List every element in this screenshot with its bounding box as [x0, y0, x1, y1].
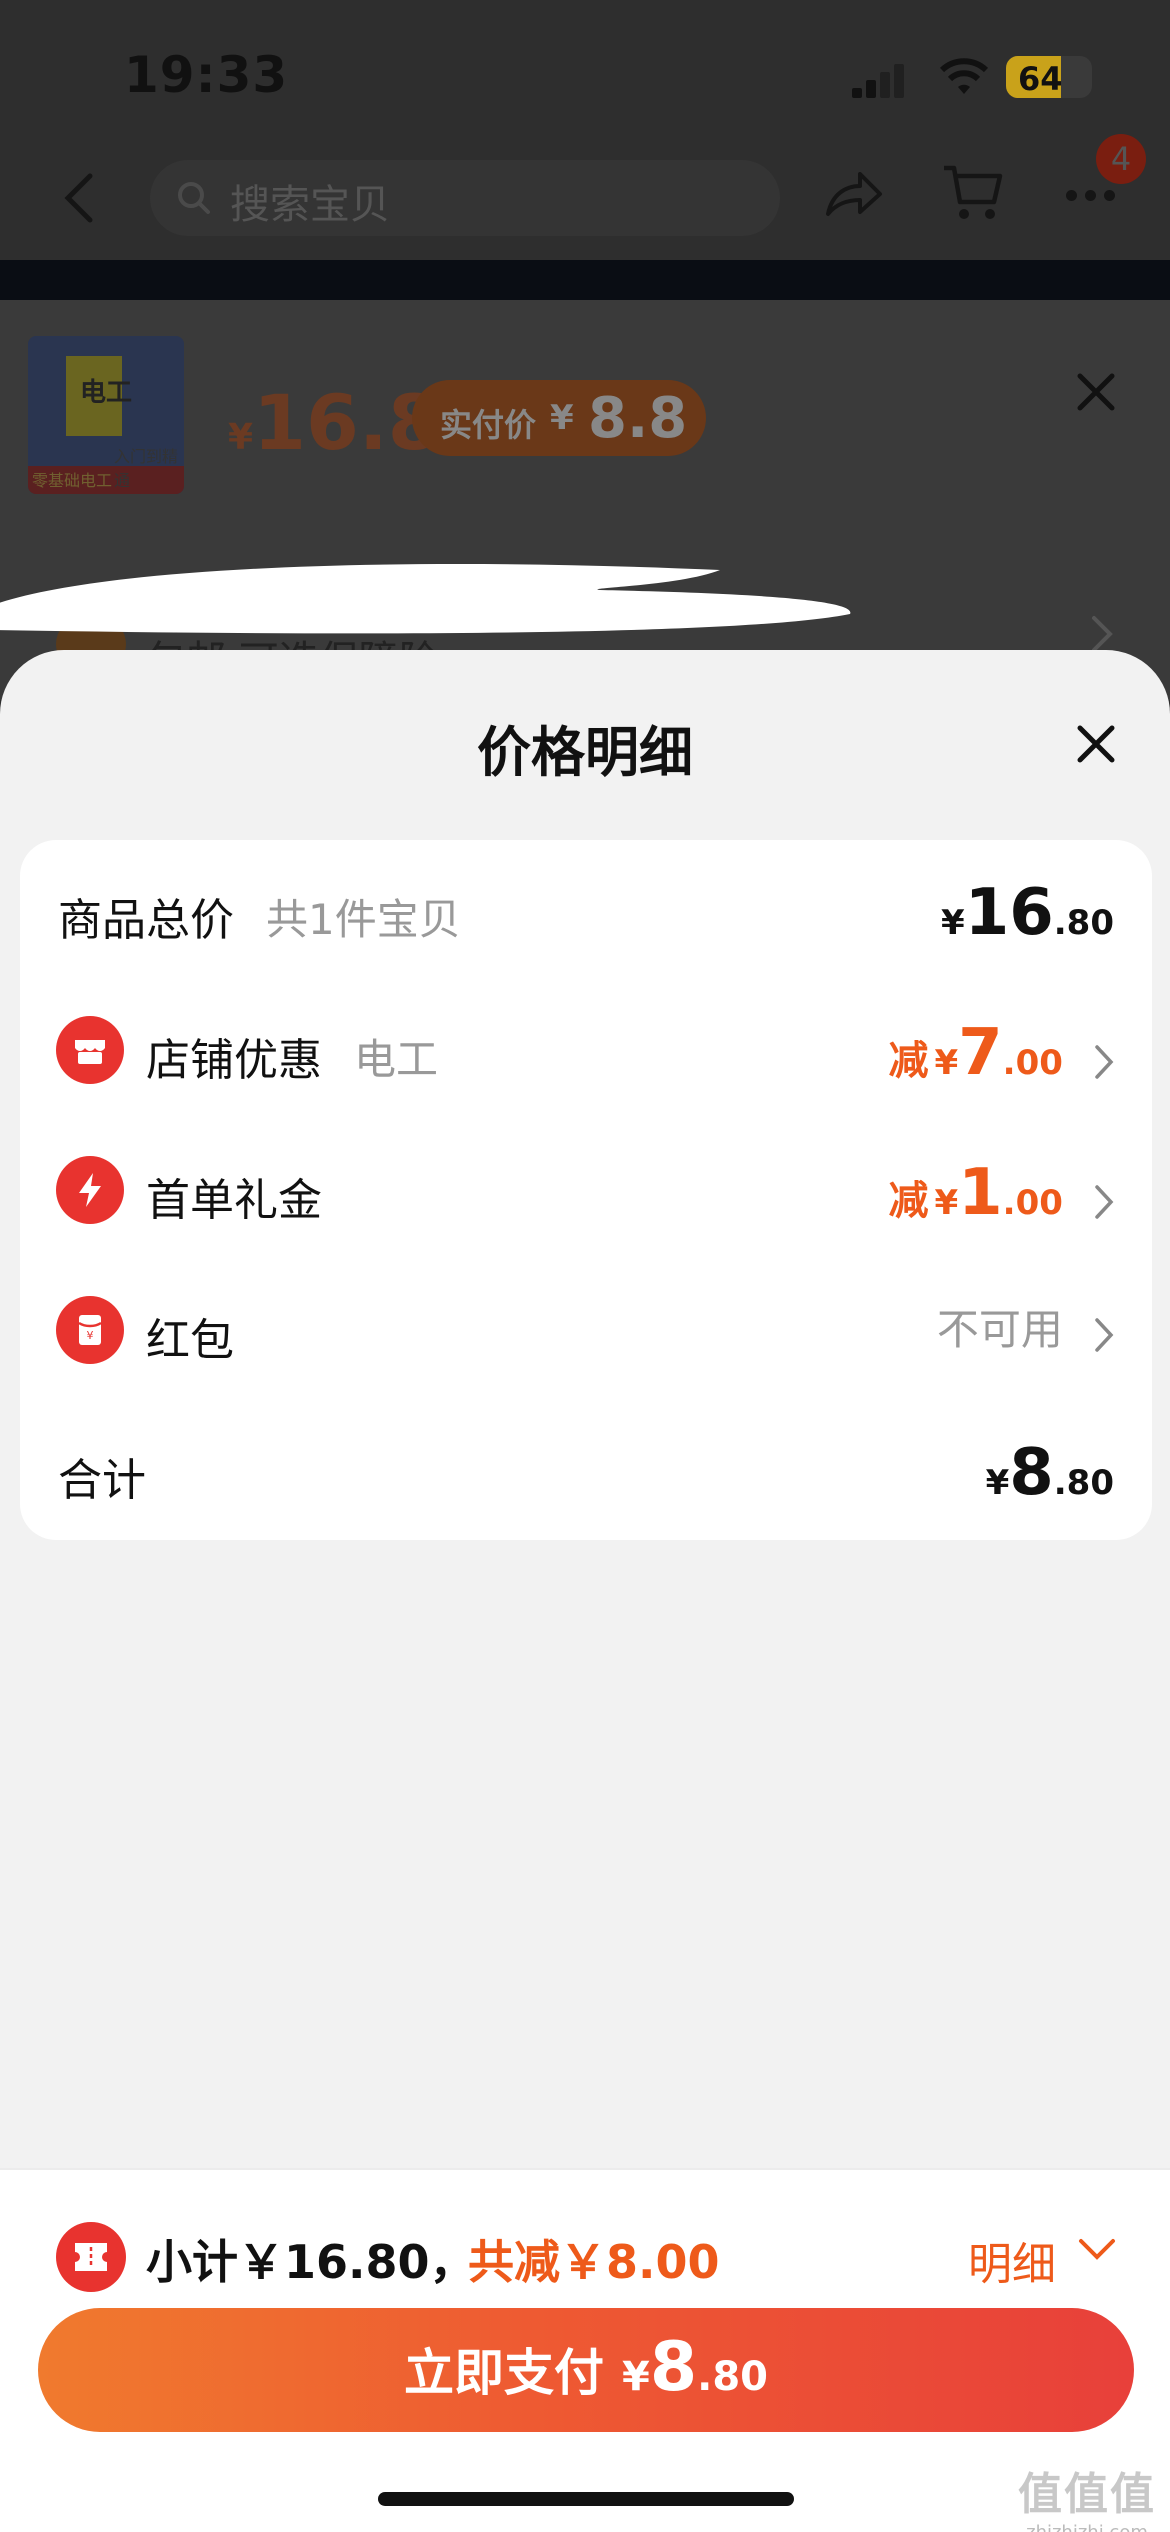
divider-strip — [0, 260, 1170, 300]
red-packet-icon: ¥ — [56, 1296, 124, 1364]
search-placeholder: 搜索宝贝 — [230, 182, 390, 228]
pay-button-integer: 8 — [649, 2328, 698, 2407]
total-reduce-text: 共减￥8.00 — [468, 2235, 720, 2289]
red-packet-value: 不可用 — [936, 1305, 1063, 1354]
status-time: 19:33 — [124, 46, 289, 104]
row-sublabel: 电工 — [354, 1035, 439, 1084]
battery-icon: 64 — [1006, 56, 1092, 98]
home-indicator — [378, 2492, 794, 2506]
reduce-label: 减 — [888, 1178, 929, 1224]
amount-decimal: .00 — [1002, 1183, 1063, 1223]
row-label: 商品总价 — [58, 895, 234, 946]
currency-symbol: ¥ — [985, 1463, 1010, 1503]
ticket-icon — [56, 2222, 126, 2292]
thumbnail-caption-left: 零基础电工 — [32, 471, 113, 490]
row-label: 店铺优惠 — [146, 1035, 322, 1086]
redaction-scribble — [0, 564, 851, 634]
actual-price-badge: 实付价 ¥ 8.8 — [412, 380, 706, 456]
more-icon[interactable] — [1066, 186, 1126, 202]
search-icon — [178, 182, 210, 214]
cart-count-badge: 4 — [1096, 134, 1146, 184]
watermark: 值值值 zhizhizhi.com — [1018, 2458, 1156, 2532]
row-sum: 合计 ¥8.80 — [20, 1400, 1152, 1540]
amount-integer: 16 — [964, 876, 1054, 950]
shop-discount-amount: 减 ¥7.00 — [888, 1016, 1114, 1090]
price-symbol: ¥ — [228, 417, 254, 458]
chevron-right-icon — [1095, 1318, 1114, 1352]
search-input[interactable]: 搜索宝贝 — [150, 160, 780, 236]
sheet-close-icon[interactable] — [1074, 722, 1118, 766]
battery-level: 64 — [1018, 60, 1063, 98]
pay-button-decimal: .80 — [697, 2354, 769, 2400]
row-label: 红包 — [146, 1315, 234, 1366]
chevron-right-icon — [1095, 1185, 1114, 1219]
signal-icon — [852, 62, 906, 98]
pay-now-button[interactable]: 立即支付 ¥8.80 — [38, 2308, 1134, 2432]
reduce-label: 减 — [888, 1038, 929, 1084]
product-price: ¥16.8 — [228, 378, 441, 467]
watermark-url: zhizhizhi.com — [1018, 2522, 1156, 2532]
back-icon[interactable] — [58, 170, 102, 226]
pay-button-label: 立即支付 — [403, 2344, 604, 2402]
nav-bar: 搜索宝贝 4 — [0, 130, 1170, 260]
chevron-right-icon — [1092, 616, 1113, 652]
goods-total-amount: ¥16.80 — [941, 876, 1114, 950]
detail-toggle[interactable]: 明细 — [968, 2228, 1056, 2292]
thumbnail-caption-right: 入门到精通 — [114, 447, 179, 490]
amount-integer: 7 — [958, 1016, 1003, 1090]
status-bar: 19:33 64 — [0, 0, 1170, 130]
cart-icon[interactable] — [940, 162, 1004, 224]
pay-button-symbol: ¥ — [621, 2354, 650, 2400]
svg-text:¥: ¥ — [87, 1329, 94, 1342]
shop-icon — [56, 1016, 124, 1084]
currency-symbol: ¥ — [934, 1183, 959, 1223]
row-first-order-gift[interactable]: 首单礼金 减 ¥1.00 — [20, 1120, 1152, 1260]
currency-symbol: ¥ — [941, 903, 965, 943]
sum-amount: ¥8.80 — [985, 1436, 1114, 1510]
row-label: 首单礼金 — [146, 1175, 322, 1226]
amount-decimal: .80 — [1053, 903, 1114, 943]
price-detail-card: 商品总价 共1件宝贝 ¥16.80 店铺优惠 电工 减 ¥7.00 首单礼金 减… — [20, 840, 1152, 1540]
thumbnail-title: 电工 — [80, 378, 133, 408]
close-icon[interactable] — [1074, 370, 1118, 414]
chevron-down-icon[interactable] — [1078, 2238, 1116, 2262]
row-goods-total: 商品总价 共1件宝贝 ¥16.80 — [20, 840, 1152, 980]
row-shop-discount[interactable]: 店铺优惠 电工 减 ¥7.00 — [20, 980, 1152, 1120]
actual-price-symbol: ¥ — [550, 398, 574, 438]
row-label: 合计 — [58, 1455, 146, 1506]
product-thumbnail[interactable]: 电工 零基础电工 入门到精通 — [28, 336, 184, 494]
first-order-gift-amount: 减 ¥1.00 — [888, 1156, 1114, 1230]
amount-integer: 8 — [1009, 1436, 1054, 1510]
currency-symbol: ¥ — [934, 1043, 959, 1083]
amount-decimal: .80 — [1053, 1463, 1114, 1503]
actual-price-label: 实付价 — [440, 406, 537, 444]
row-red-packet[interactable]: ¥ 红包 不可用 — [20, 1260, 1152, 1400]
row-sublabel: 共1件宝贝 — [266, 895, 461, 944]
subtotal-text: 小计￥16.80， — [146, 2235, 476, 2289]
wifi-icon — [939, 58, 989, 94]
bottom-pay-bar: 小计￥16.80， 共减￥8.00 明细 立即支付 ¥8.80 值值值 zhizh… — [0, 2168, 1170, 2532]
sheet-title: 价格明细 — [477, 721, 693, 784]
lightning-icon — [56, 1156, 124, 1224]
share-icon[interactable] — [822, 164, 886, 224]
amount-integer: 1 — [958, 1156, 1003, 1230]
amount-decimal: .00 — [1002, 1043, 1063, 1083]
watermark-logo: 值值值 — [1018, 2469, 1156, 2520]
red-packet-status: 不可用 — [937, 1296, 1114, 1366]
actual-price-value: 8.8 — [588, 386, 688, 451]
chevron-right-icon — [1095, 1045, 1114, 1079]
